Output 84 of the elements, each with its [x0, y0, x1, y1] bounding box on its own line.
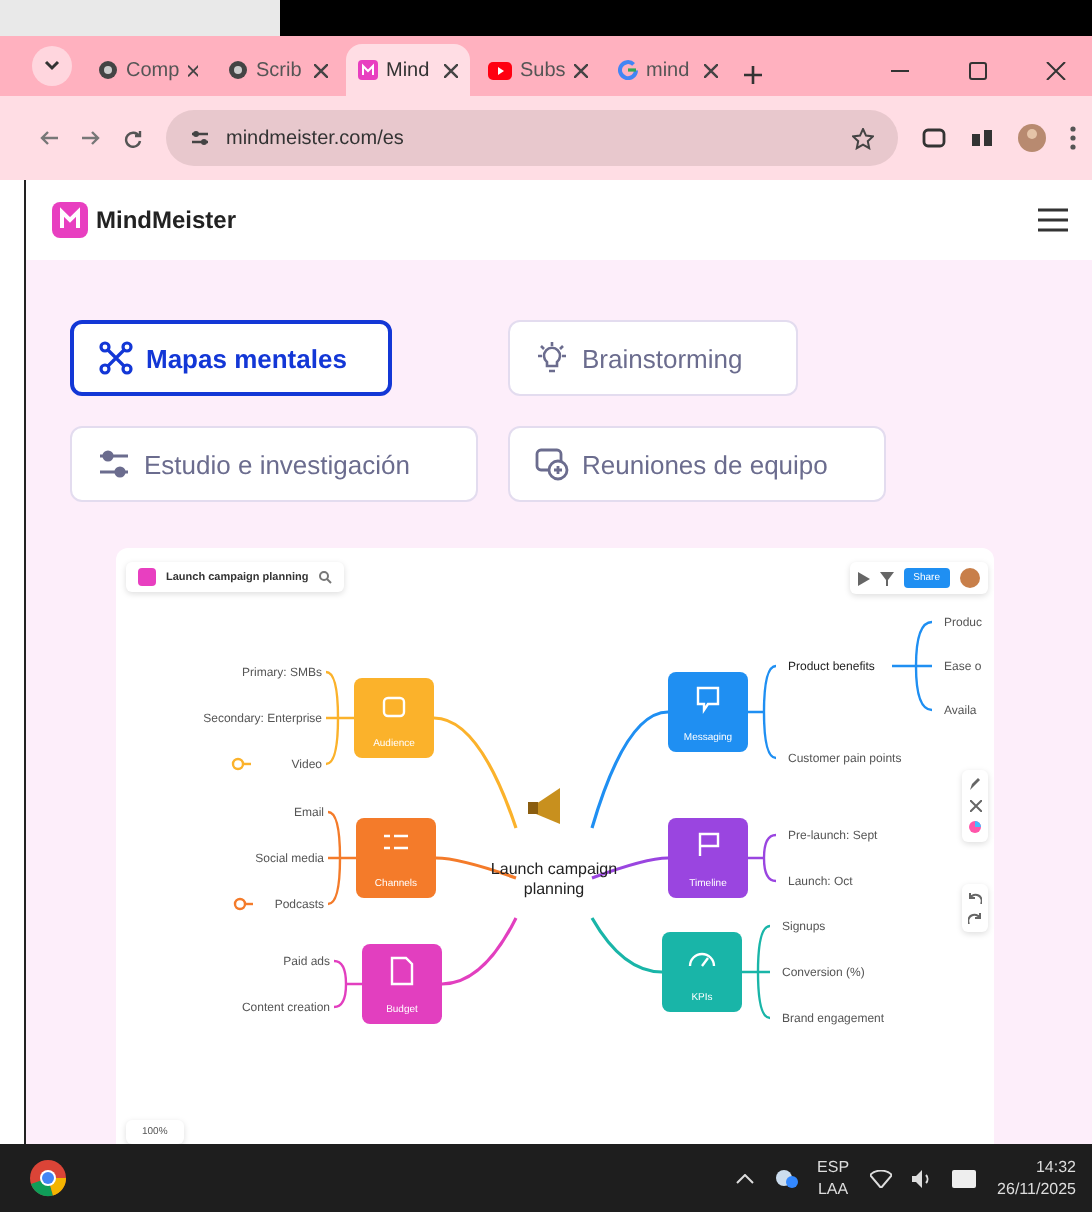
wifi-icon[interactable] [869, 1169, 892, 1187]
browser-tab[interactable]: Scrib [216, 44, 340, 96]
checklist-icon [382, 834, 410, 850]
forward-arrow-icon[interactable] [82, 130, 100, 146]
gauge-icon [688, 952, 716, 968]
tab-title: Mind [386, 59, 432, 81]
logo-icon [358, 60, 378, 80]
mind-map-icon [98, 340, 134, 376]
tab-search-button[interactable] [32, 46, 72, 86]
filter-icon[interactable] [879, 571, 894, 585]
caret-icon [44, 60, 60, 72]
more-menu-icon[interactable] [1070, 126, 1076, 150]
logo-icon [138, 568, 156, 586]
search-icon[interactable] [318, 570, 333, 584]
chevron-up-icon[interactable] [735, 1173, 754, 1183]
site-settings-icon [190, 128, 210, 148]
tab-title: Subs [520, 59, 566, 81]
brand-name[interactable]: MindMeister [96, 206, 237, 234]
sliders-icon [96, 446, 132, 482]
connector-line [326, 810, 358, 906]
chat-icon [696, 686, 720, 714]
connector-line [590, 710, 669, 829]
close-icon[interactable] [574, 63, 588, 77]
link-icon[interactable] [233, 897, 253, 911]
screen-icon[interactable] [922, 128, 946, 148]
flag-icon [698, 832, 720, 856]
play-icon[interactable] [857, 571, 870, 585]
clock-date[interactable]: 26/11/2025 [997, 1178, 1076, 1200]
connector-line [746, 833, 778, 883]
speaker-icon[interactable] [911, 1169, 932, 1187]
language-indicator[interactable]: ESP [817, 1156, 850, 1178]
browser-tab[interactable]: mind [606, 44, 730, 96]
close-icon[interactable] [444, 63, 458, 77]
clock-time[interactable]: 14:32 [1035, 1156, 1076, 1178]
pencil-icon[interactable] [968, 778, 982, 792]
connector-line [433, 716, 518, 829]
topic-card[interactable] [668, 818, 748, 898]
reload-icon[interactable] [124, 129, 142, 147]
topic-card[interactable] [668, 672, 748, 752]
logo-icon[interactable] [52, 202, 88, 238]
redo-icon[interactable] [968, 912, 982, 924]
light-bulb-icon [534, 340, 570, 376]
avatar-icon [960, 568, 980, 588]
category-tab[interactable]: Mapas mentales [70, 320, 392, 396]
connector-line [590, 917, 663, 974]
undo-icon[interactable] [968, 892, 982, 904]
connector-line [324, 670, 356, 766]
browser-icon[interactable] [28, 1158, 68, 1198]
address-bar[interactable]: mindmeister.com/es [166, 110, 898, 166]
close-icon[interactable] [704, 63, 718, 77]
new-tab-icon[interactable] [744, 66, 762, 84]
connector-line [746, 664, 778, 760]
close-icon[interactable] [314, 63, 328, 77]
tab-title: mind [646, 59, 692, 81]
tab-title: Scrib [256, 59, 304, 81]
url-text: mindmeister.com/es [226, 127, 404, 149]
connector-line [441, 917, 518, 986]
document-icon [390, 956, 414, 986]
central-topic[interactable]: Launch campaign planning [490, 860, 618, 898]
color-wheel-icon[interactable] [968, 820, 982, 834]
back-arrow-icon[interactable] [40, 130, 58, 146]
connector-line [740, 924, 772, 1020]
chat-calendar-icon [534, 446, 570, 482]
language-indicator[interactable]: LAA [817, 1178, 849, 1200]
globe-icon [98, 60, 118, 80]
tab-title: Comp [126, 59, 180, 81]
megaphone-icon [528, 788, 560, 824]
browser-tab[interactable]: Comp [86, 44, 210, 96]
globe-icon [228, 60, 248, 80]
bookmark-star-icon[interactable] [852, 127, 874, 149]
category-tab[interactable]: Estudio e investigación [70, 426, 478, 502]
close-icon[interactable] [187, 63, 198, 77]
menu-icon[interactable] [1038, 208, 1068, 232]
google-icon [618, 60, 638, 80]
browser-tab[interactable]: Subs [476, 44, 600, 96]
topic-card[interactable] [362, 944, 442, 1024]
category-tab[interactable]: Reuniones de equipo [508, 426, 886, 502]
extension-icon[interactable] [970, 128, 994, 148]
browser-tab[interactable]: Mind [346, 44, 470, 96]
category-tab[interactable]: Brainstorming [508, 320, 798, 396]
close-icon[interactable] [969, 800, 981, 812]
play-icon [488, 61, 512, 79]
connector-line [890, 620, 934, 712]
connector-line [332, 959, 364, 1009]
